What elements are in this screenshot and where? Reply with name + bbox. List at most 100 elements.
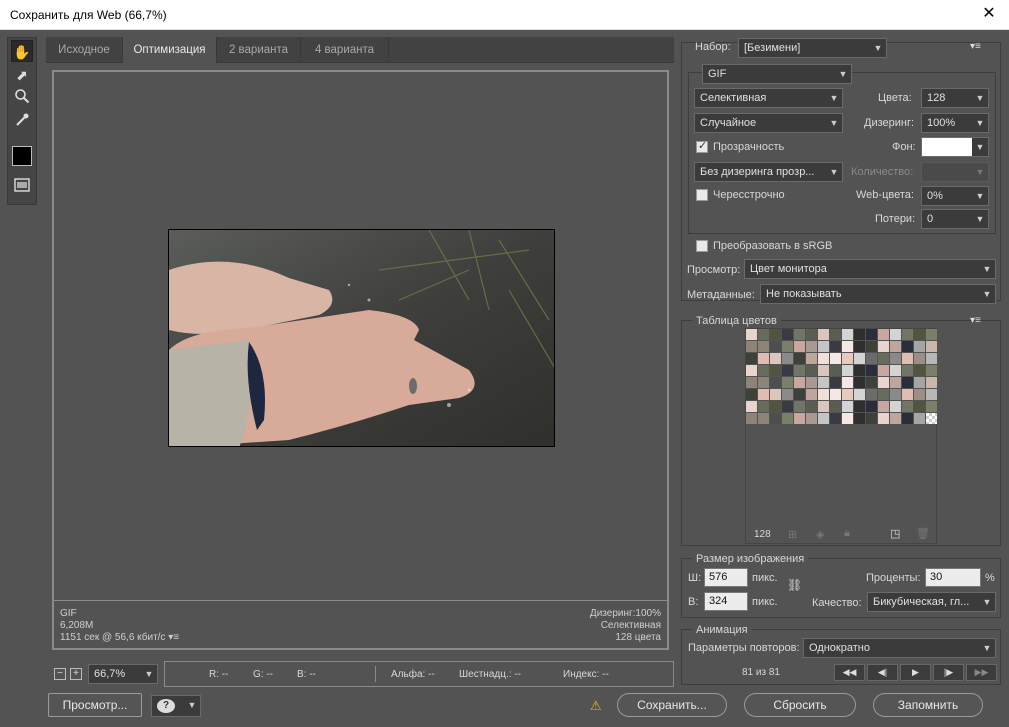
lossy-select[interactable]: 0 ▼	[921, 209, 989, 229]
color-swatch[interactable]	[818, 413, 829, 424]
color-swatch[interactable]	[830, 365, 841, 376]
download-speed-menu-icon[interactable]: ▾≡	[168, 632, 179, 643]
amount-select[interactable]: ▼	[921, 162, 989, 182]
last-frame-icon[interactable]: ▶▶	[966, 664, 997, 681]
color-swatch[interactable]	[806, 353, 817, 364]
color-swatch[interactable]	[758, 341, 769, 352]
height-input[interactable]: 324	[704, 592, 748, 611]
color-swatch[interactable]	[770, 377, 781, 388]
color-swatch[interactable]	[890, 413, 901, 424]
color-swatch[interactable]	[914, 329, 925, 340]
color-swatch[interactable]	[830, 377, 841, 388]
color-swatch[interactable]	[842, 389, 853, 400]
color-swatch[interactable]	[926, 413, 937, 424]
color-swatch[interactable]	[794, 365, 805, 376]
color-swatch[interactable]	[746, 329, 757, 340]
color-swatch[interactable]	[926, 353, 937, 364]
colors-select[interactable]: 128 ▼	[921, 88, 989, 108]
zoom-out-icon[interactable]: −	[54, 668, 66, 680]
color-swatch[interactable]	[914, 377, 925, 388]
color-swatch[interactable]	[854, 377, 865, 388]
color-swatch[interactable]	[794, 329, 805, 340]
color-swatch[interactable]	[902, 413, 913, 424]
color-swatch[interactable]	[782, 413, 793, 424]
color-swatch[interactable]	[806, 401, 817, 412]
color-swatch[interactable]	[914, 389, 925, 400]
color-swatch[interactable]	[842, 341, 853, 352]
color-swatch[interactable]	[854, 353, 865, 364]
color-swatch[interactable]	[878, 353, 889, 364]
color-swatch[interactable]	[806, 413, 817, 424]
color-swatch[interactable]	[794, 389, 805, 400]
color-swatch[interactable]	[806, 365, 817, 376]
hand-tool-icon[interactable]: ✋	[11, 40, 33, 62]
color-swatch[interactable]	[758, 353, 769, 364]
preview-mode-select[interactable]: Цвет монитора ▼	[744, 259, 996, 279]
remember-button[interactable]: Запомнить	[873, 693, 983, 717]
color-swatch[interactable]	[818, 401, 829, 412]
color-swatch[interactable]	[854, 413, 865, 424]
width-input[interactable]: 576	[704, 568, 748, 587]
dither-algorithm-select[interactable]: Случайное ▼	[694, 113, 843, 133]
preset-select[interactable]: [Безимени] ▼	[738, 38, 887, 58]
save-button[interactable]: Сохранить...	[617, 693, 727, 717]
color-swatch[interactable]	[902, 401, 913, 412]
eyedropper-color-swatch[interactable]	[12, 146, 32, 166]
color-swatch[interactable]	[902, 353, 913, 364]
color-swatch[interactable]	[890, 353, 901, 364]
color-swatch[interactable]	[782, 329, 793, 340]
color-swatch[interactable]	[854, 341, 865, 352]
color-swatch[interactable]	[758, 389, 769, 400]
color-swatch[interactable]	[914, 365, 925, 376]
color-swatch[interactable]	[926, 341, 937, 352]
tab-optimized[interactable]: Оптимизация	[123, 37, 217, 63]
color-swatch[interactable]	[782, 365, 793, 376]
color-swatch[interactable]	[758, 365, 769, 376]
color-reduction-select[interactable]: Селективная ▼	[694, 88, 843, 108]
color-swatch[interactable]	[854, 389, 865, 400]
color-swatch[interactable]	[806, 389, 817, 400]
color-swatch[interactable]	[770, 353, 781, 364]
zoom-in-icon[interactable]: +	[70, 668, 82, 680]
color-swatch[interactable]	[794, 401, 805, 412]
color-swatch[interactable]	[842, 353, 853, 364]
constrain-link-icon[interactable]: ⛓︎	[787, 578, 802, 592]
color-swatch[interactable]	[794, 377, 805, 388]
file-format-select[interactable]: GIF ▼	[702, 64, 852, 84]
color-swatch[interactable]	[878, 413, 889, 424]
color-swatch[interactable]	[914, 401, 925, 412]
color-swatch[interactable]	[830, 353, 841, 364]
color-swatch[interactable]	[842, 413, 853, 424]
color-swatch[interactable]	[806, 377, 817, 388]
color-swatch[interactable]	[890, 329, 901, 340]
reset-button[interactable]: Сбросить	[744, 693, 856, 717]
color-swatch[interactable]	[758, 401, 769, 412]
color-swatch[interactable]	[914, 353, 925, 364]
color-swatch[interactable]	[806, 329, 817, 340]
color-swatch[interactable]	[782, 401, 793, 412]
color-swatch[interactable]	[842, 401, 853, 412]
first-frame-icon[interactable]: ◀◀	[834, 664, 865, 681]
optimize-menu-icon[interactable]: ▾≡	[970, 41, 981, 52]
dither-amount-select[interactable]: 100% ▼	[921, 113, 989, 133]
color-swatch[interactable]	[794, 413, 805, 424]
color-swatch[interactable]	[830, 341, 841, 352]
zoom-level-select[interactable]: 66,7% ▼	[88, 664, 158, 684]
color-swatch[interactable]	[782, 341, 793, 352]
color-swatch[interactable]	[866, 401, 877, 412]
matte-color-select[interactable]: ▼	[921, 137, 989, 157]
toggle-slices-icon[interactable]	[11, 176, 33, 198]
percent-input[interactable]: 30	[925, 568, 981, 587]
color-table[interactable]	[745, 328, 937, 544]
color-swatch[interactable]	[818, 389, 829, 400]
color-swatch[interactable]	[842, 377, 853, 388]
lock-icon[interactable]: 🔒︎	[844, 527, 850, 540]
color-swatch[interactable]	[746, 365, 757, 376]
browser-select[interactable]: ? ▼	[151, 695, 201, 717]
color-swatch[interactable]	[854, 365, 865, 376]
metadata-select[interactable]: Не показывать ▼	[760, 284, 996, 304]
color-swatch[interactable]	[878, 401, 889, 412]
color-swatch[interactable]	[758, 413, 769, 424]
color-swatch[interactable]	[866, 389, 877, 400]
looping-select[interactable]: Однократно ▼	[803, 638, 996, 658]
